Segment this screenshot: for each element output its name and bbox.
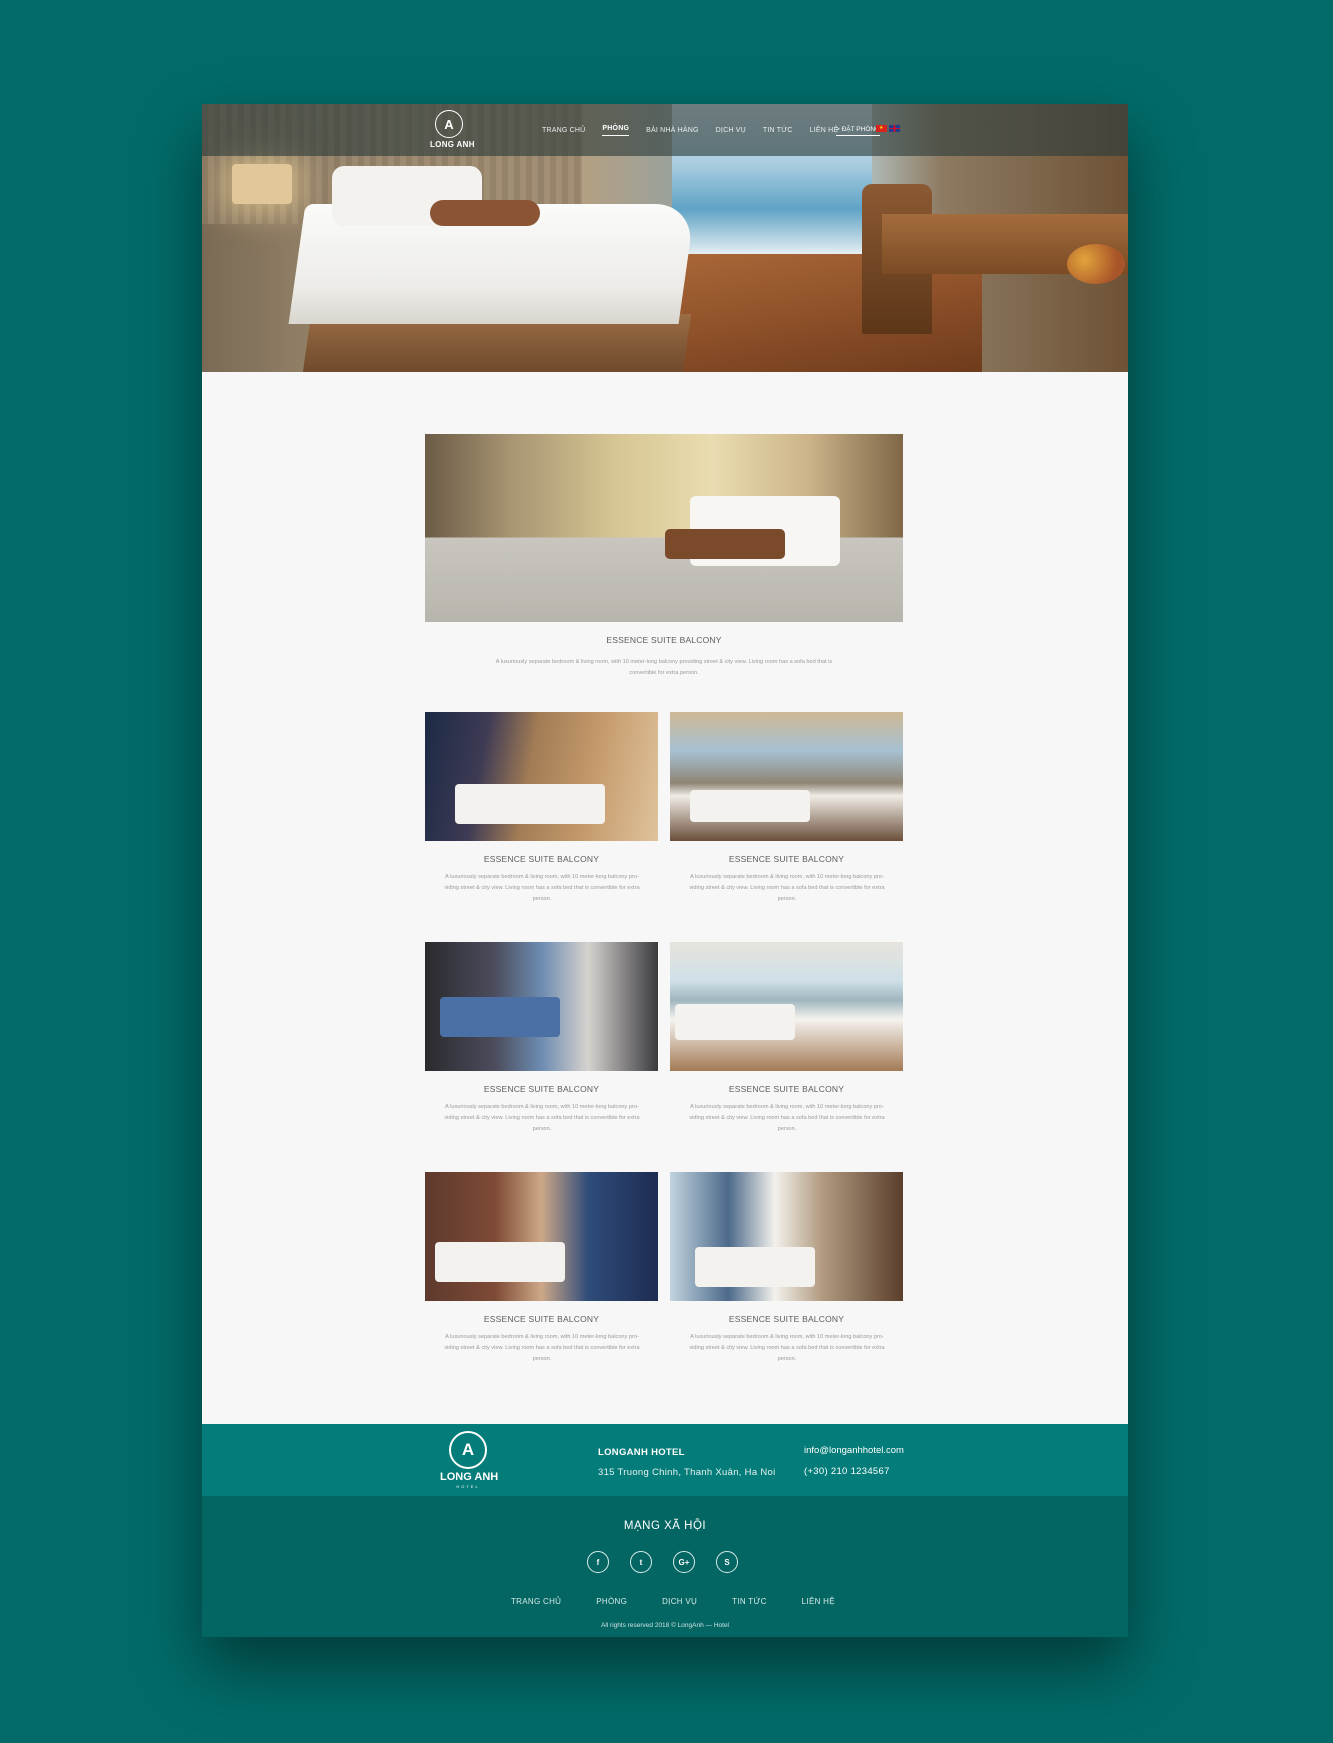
featured-room-description: A luxuriously separate bedroom & living … [495,659,833,676]
google-plus-icon[interactable]: G+ [673,1551,695,1573]
room-photo-2[interactable] [670,712,903,841]
room-description-4: A luxuriously separate bedroom & living … [689,1104,885,1132]
social-heading: MẠNG XÃ HỘI [623,1520,707,1532]
footer-nav-dich-vu[interactable]: DỊCH VỤ [662,1597,697,1606]
footer-nav-trang-chu[interactable]: TRANG CHỦ [511,1597,561,1606]
room-description-6: A luxuriously separate bedroom & living … [689,1334,885,1362]
footer-menu: TRANG CHỦ PHÒNG DỊCH VỤ TIN TỨC LIÊN HỆ [511,1597,835,1606]
featured-room-title[interactable]: ESSENCE SUITE BALCONY [425,635,903,645]
logo[interactable]: A LONG ANH [430,110,475,149]
copyright-text: All rights reserved 2018 © LongAnh — Hot… [601,1622,729,1629]
logo-text: LONG ANH [430,140,475,149]
uk-flag-icon[interactable] [889,125,900,132]
page-canvas: A LONG ANH TRANG CHỦ PHÒNG BÀI NHÀ HÀNG … [202,104,1128,1637]
room-description-1: A luxuriously separate bedroom & living … [444,874,640,902]
footer-logo[interactable]: A LONG ANH HOTEL [440,1431,498,1489]
room-photo-1[interactable] [425,712,658,841]
room-title-5[interactable]: ESSENCE SUITE BALCONY [425,1314,658,1324]
room-photo-5[interactable] [425,1172,658,1301]
social-links: f t G+ S [587,1551,738,1573]
room-description-5: A luxuriously separate bedroom & living … [444,1334,640,1362]
footer-nav-lien-he[interactable]: LIÊN HỆ [802,1597,835,1606]
footer-email-link[interactable]: info@longanhhotel.com [804,1445,904,1456]
room-title-4[interactable]: ESSENCE SUITE BALCONY [670,1084,903,1094]
footer-phone[interactable]: (+30) 210 1234567 [804,1466,890,1477]
hero-banner: A LONG ANH TRANG CHỦ PHÒNG BÀI NHÀ HÀNG … [202,104,1128,372]
footer-address: 315 Truong Chinh, Thanh Xuân, Ha Noi [598,1467,776,1478]
room-title-1[interactable]: ESSENCE SUITE BALCONY [425,854,658,864]
nav-lien-he[interactable]: LIÊN HỆ [810,127,839,134]
footer-contact-band [202,1424,1128,1496]
room-description-3: A luxuriously separate bedroom & living … [444,1104,640,1132]
room-description-2: A luxuriously separate bedroom & living … [689,874,885,902]
logo-mark-icon: A [435,110,463,138]
nav-trang-chu[interactable]: TRANG CHỦ [542,127,585,134]
room-photo-3[interactable] [425,942,658,1071]
top-navbar: A LONG ANH TRANG CHỦ PHÒNG BÀI NHÀ HÀNG … [202,104,1128,156]
footer-hotel-name: LONGANH HOTEL [598,1447,685,1458]
nav-phong[interactable]: PHÒNG [602,125,630,136]
room-title-2[interactable]: ESSENCE SUITE BALCONY [670,854,903,864]
twitter-icon[interactable]: t [630,1551,652,1573]
featured-room-photo[interactable] [425,434,903,622]
footer-nav-tin-tuc[interactable]: TIN TỨC [732,1597,767,1606]
book-room-link[interactable]: > ĐẶT PHÒNG [836,126,881,136]
nav-dich-vu[interactable]: DỊCH VỤ [716,127,746,134]
room-title-6[interactable]: ESSENCE SUITE BALCONY [670,1314,903,1324]
nav-bai-nha-hang[interactable]: BÀI NHÀ HÀNG [646,127,699,134]
room-photo-4[interactable] [670,942,903,1071]
nav-tin-tuc[interactable]: TIN TỨC [763,127,793,134]
footer-logo-mark-icon: A [449,1431,487,1469]
room-title-3[interactable]: ESSENCE SUITE BALCONY [425,1084,658,1094]
facebook-icon[interactable]: f [587,1551,609,1573]
footer-nav-phong[interactable]: PHÒNG [596,1597,627,1606]
vietnam-flag-icon[interactable] [876,125,887,132]
room-photo-6[interactable] [670,1172,903,1301]
language-switcher [876,125,900,132]
main-menu: TRANG CHỦ PHÒNG BÀI NHÀ HÀNG DỊCH VỤ TIN… [542,104,838,156]
skype-icon[interactable]: S [716,1551,738,1573]
